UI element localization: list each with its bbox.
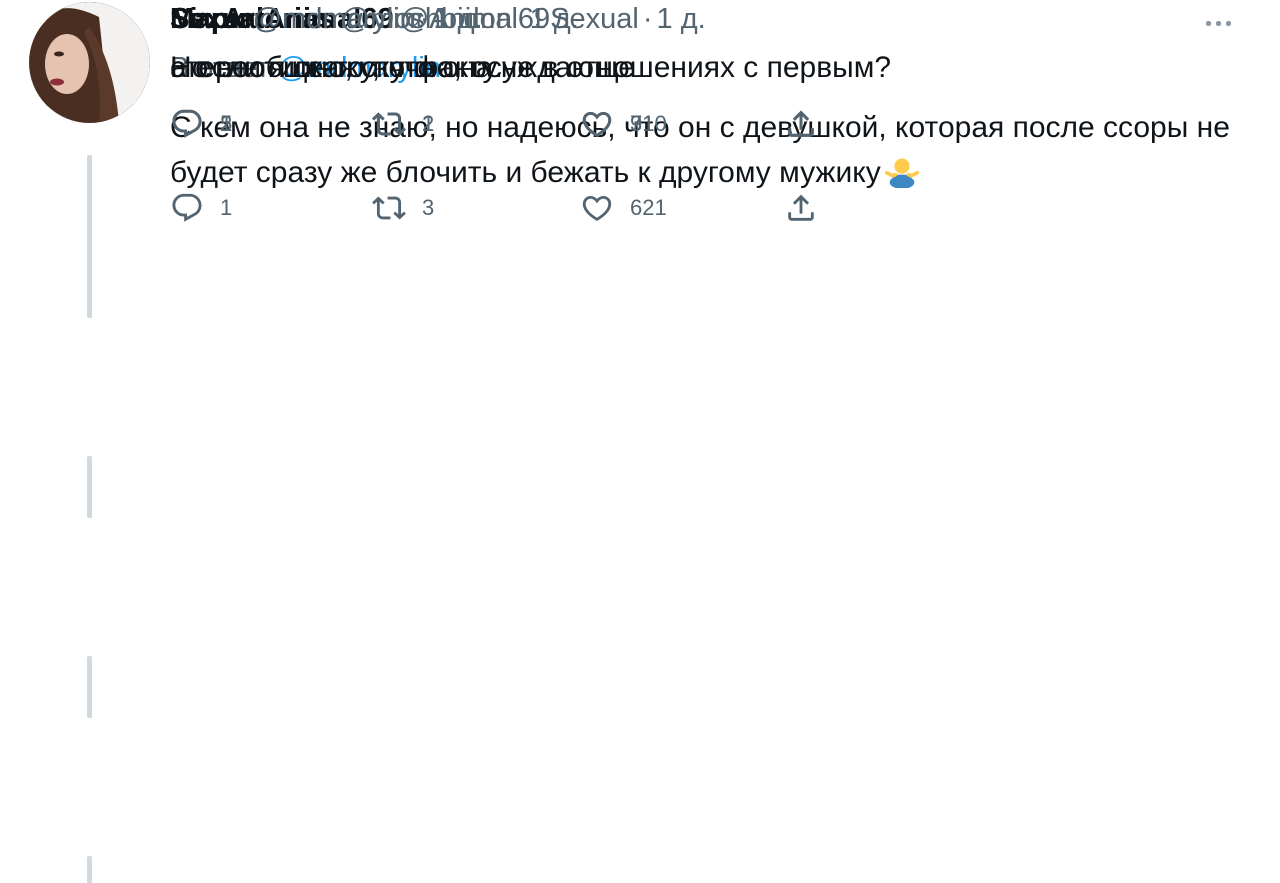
thread-connector-line [87,856,92,883]
like-count: 9 [630,111,643,136]
like-button[interactable]: 9 [580,106,642,142]
thread-connector-line [87,456,92,518]
tweet-header: Мари @mdmarylin · 1 д. [170,0,1230,38]
reply-icon [170,107,204,141]
retweet-button[interactable]: 2 [372,106,434,142]
reply-button[interactable]: 2 [170,106,232,142]
thread-connector-line [87,656,92,718]
avatar[interactable] [29,2,150,123]
conversation-thread: SexualAnimal69 @Animal69Sexual · 1 д. В отв… [0,0,1280,883]
like-icon [580,107,614,141]
retweet-count: 2 [422,111,435,136]
tweet[interactable]: Мари @mdmarylin · 1 д. а если я скажу, что … [0,0,1280,200]
tweet-text: а если я скажу, что она не в отношениях … [170,51,892,84]
display-name[interactable]: Мари [170,3,247,35]
timestamp[interactable]: 1 д. [433,3,482,35]
reply-count: 2 [220,111,233,136]
username[interactable]: @mdmarylin [253,3,416,35]
separator: · [419,3,430,35]
share-icon [784,107,818,141]
retweet-icon [372,107,406,141]
share-button[interactable] [784,106,818,142]
more-icon[interactable] [1206,18,1250,28]
